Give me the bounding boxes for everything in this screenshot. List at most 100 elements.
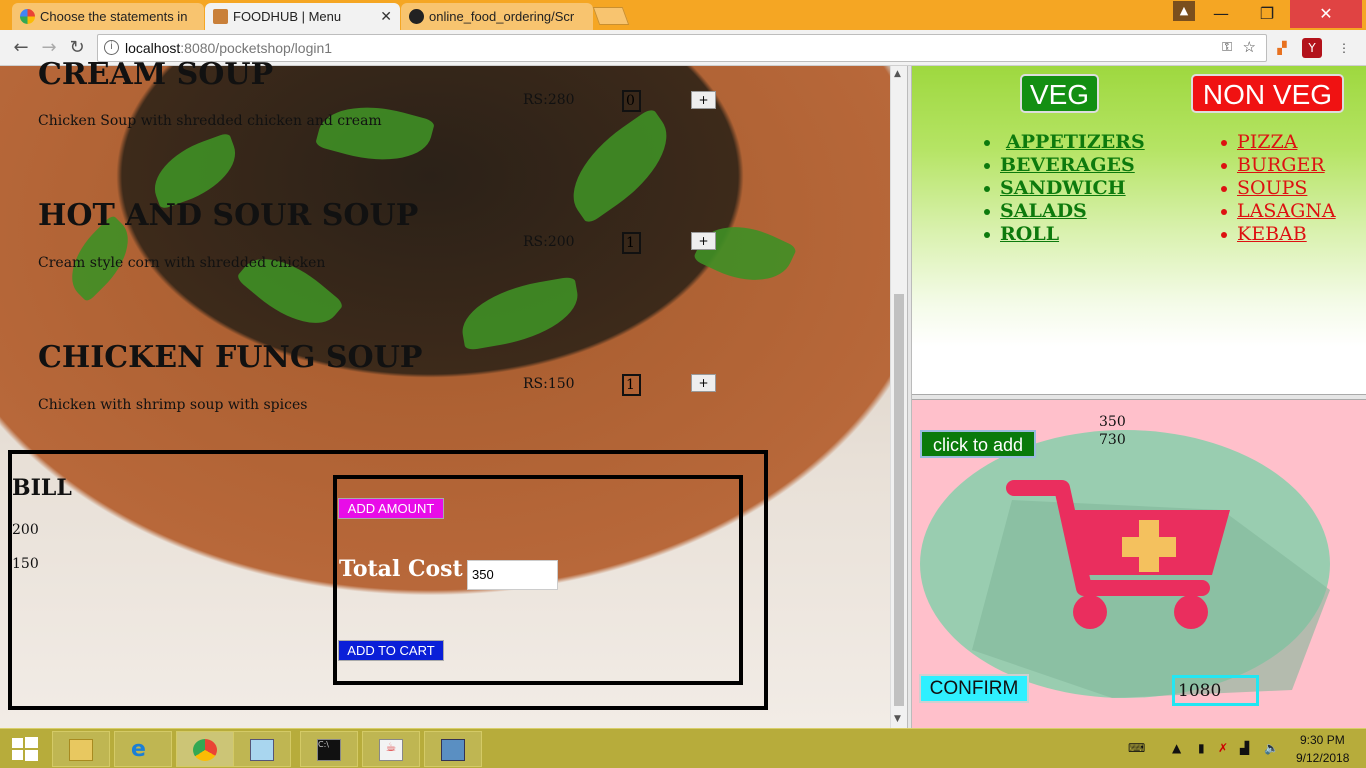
veg-button[interactable]: VEG xyxy=(1020,74,1099,113)
close-window-button[interactable]: ✕ xyxy=(1290,0,1362,28)
notification-icon[interactable]: ✗ xyxy=(1218,741,1228,755)
category-link-soups[interactable]: SOUPS xyxy=(1221,177,1336,200)
category-link-salads[interactable]: SALADS xyxy=(984,200,1145,223)
category-label[interactable]: ROLL xyxy=(1000,223,1059,245)
scroll-up-icon[interactable]: ▲ xyxy=(894,69,901,79)
bullet-icon xyxy=(984,140,990,146)
menu-icon[interactable]: ⋮ xyxy=(1334,38,1354,58)
internet-explorer-taskbar-button[interactable]: e xyxy=(114,731,172,767)
category-label[interactable]: APPETIZERS xyxy=(1006,131,1145,153)
category-label[interactable]: KEBAB xyxy=(1237,223,1307,245)
category-link-lasagna[interactable]: LASAGNA xyxy=(1221,200,1336,223)
category-link-appetizers[interactable]: APPETIZERS xyxy=(984,131,1145,154)
java-taskbar-button[interactable]: ☕ xyxy=(362,731,420,767)
dish-description: Cream style corn with shredded chicken xyxy=(38,255,326,271)
scroll-down-icon[interactable]: ▼ xyxy=(894,714,901,724)
bill-title: BILL xyxy=(12,475,72,501)
scroll-thumb[interactable] xyxy=(894,294,904,706)
scrollbar[interactable]: ▲ ▼ xyxy=(890,66,907,728)
bill-line: 200 xyxy=(12,522,39,538)
total-cost-field[interactable]: 350 xyxy=(467,560,558,590)
total-cost-label: Total Cost xyxy=(339,556,463,582)
category-label[interactable]: BURGER xyxy=(1237,154,1325,176)
category-link-pizza[interactable]: PIZZA xyxy=(1221,131,1336,154)
windows-start-icon[interactable] xyxy=(12,737,38,761)
cmd-taskbar-button[interactable]: C:\ xyxy=(300,731,358,767)
taskbar: e C:\ ☕ xyxy=(0,728,1366,768)
quantity-field[interactable]: 0 xyxy=(622,90,641,112)
category-label[interactable]: SALADS xyxy=(1000,200,1087,222)
clock-time[interactable]: 9:30 PM xyxy=(1300,733,1345,747)
network-icon[interactable]: ▟ xyxy=(1240,741,1249,755)
info-icon[interactable]: i xyxy=(104,40,119,55)
browser-tab-bar: Choose the statements in FOODHUB | Menu … xyxy=(0,0,1366,30)
quantity-field[interactable]: 1 xyxy=(622,374,641,396)
dish-description: Chicken with shrimp soup with spices xyxy=(38,397,308,413)
confirm-button[interactable]: CONFIRM xyxy=(919,674,1029,703)
chevron-up-icon[interactable]: ▲ xyxy=(1172,741,1181,755)
dish-title: CHICKEN FUNG SOUP xyxy=(38,340,423,375)
bill-line: 150 xyxy=(12,556,39,572)
user-profile-icon[interactable]: ▲ xyxy=(1173,1,1195,21)
add-to-cart-button[interactable]: ADD TO CART xyxy=(338,640,444,661)
bullet-icon xyxy=(984,163,990,169)
category-label[interactable]: PIZZA xyxy=(1237,131,1297,153)
dish-title: CREAM SOUP xyxy=(38,57,274,92)
category-label[interactable]: LASAGNA xyxy=(1237,200,1336,222)
category-link-roll[interactable]: ROLL xyxy=(984,223,1145,246)
category-link-burger[interactable]: BURGER xyxy=(1221,154,1336,177)
keyboard-icon[interactable]: ⌨ xyxy=(1128,741,1145,755)
bullet-icon xyxy=(984,186,990,192)
ytf-extension-icon[interactable]: Y xyxy=(1302,38,1322,58)
dish-title: HOT AND SOUR SOUP xyxy=(38,198,419,233)
clock-date[interactable]: 9/12/2018 xyxy=(1296,751,1349,765)
minimize-button[interactable]: — xyxy=(1198,0,1244,28)
category-link-sandwich[interactable]: SANDWICH xyxy=(984,177,1145,200)
key-icon[interactable]: ⚿ xyxy=(1222,39,1232,55)
folder-icon xyxy=(69,739,93,761)
tab-github[interactable]: online_food_ordering/Scr xyxy=(401,3,593,30)
bullet-icon xyxy=(1221,232,1227,238)
add-quantity-button[interactable]: + xyxy=(691,91,716,109)
category-link-beverages[interactable]: BEVERAGES xyxy=(984,154,1145,177)
tab-google[interactable]: Choose the statements in xyxy=(12,3,204,30)
internet-explorer-icon: e xyxy=(131,737,146,762)
category-label[interactable]: SANDWICH xyxy=(1000,177,1126,199)
non-veg-category-list: PIZZA BURGER SOUPS LASAGNA KEBAB xyxy=(1221,131,1336,246)
non-veg-button[interactable]: NON VEG xyxy=(1191,74,1344,113)
notepad-taskbar-button[interactable] xyxy=(233,731,291,767)
new-tab-button[interactable] xyxy=(592,7,630,25)
tab-foodhub[interactable]: FOODHUB | Menu ✕ xyxy=(205,3,400,30)
add-amount-button[interactable]: ADD AMOUNT xyxy=(338,498,444,519)
bullet-icon xyxy=(984,232,990,238)
dish-price: RS:200 xyxy=(523,234,575,250)
battery-icon[interactable]: ▮ xyxy=(1198,741,1205,755)
chrome-taskbar-button[interactable] xyxy=(176,731,234,767)
soup-background-image xyxy=(456,275,584,352)
extension-icon[interactable]: ▞ xyxy=(1272,38,1292,58)
cart-amount: 730 xyxy=(1099,432,1126,448)
maximize-button[interactable]: ❐ xyxy=(1244,0,1290,28)
star-icon[interactable]: ☆ xyxy=(1243,38,1256,56)
close-icon[interactable]: ✕ xyxy=(380,8,392,25)
github-icon xyxy=(409,9,424,24)
grand-total-field[interactable]: 1080 xyxy=(1172,675,1259,706)
foodhub-favicon-icon xyxy=(213,9,228,24)
chrome-icon xyxy=(193,739,217,761)
file-explorer-taskbar-button[interactable] xyxy=(52,731,110,767)
volume-icon[interactable]: 🔈 xyxy=(1264,741,1279,755)
photos-icon xyxy=(441,739,465,761)
category-label[interactable]: BEVERAGES xyxy=(1000,154,1135,176)
category-link-kebab[interactable]: KEBAB xyxy=(1221,223,1336,246)
photos-taskbar-button[interactable] xyxy=(424,731,482,767)
click-to-add-button[interactable]: click to add xyxy=(920,430,1036,458)
url-path: :8080/pocketshop/login1 xyxy=(180,40,333,56)
back-icon[interactable]: ← xyxy=(8,35,34,61)
add-quantity-button[interactable]: + xyxy=(691,374,716,392)
quantity-field[interactable]: 1 xyxy=(622,232,641,254)
dish-description: Chicken Soup with shredded chicken and c… xyxy=(38,113,382,129)
terminal-icon: C:\ xyxy=(317,739,341,761)
category-label[interactable]: SOUPS xyxy=(1237,177,1307,199)
bullet-icon xyxy=(1221,163,1227,169)
add-quantity-button[interactable]: + xyxy=(691,232,716,250)
